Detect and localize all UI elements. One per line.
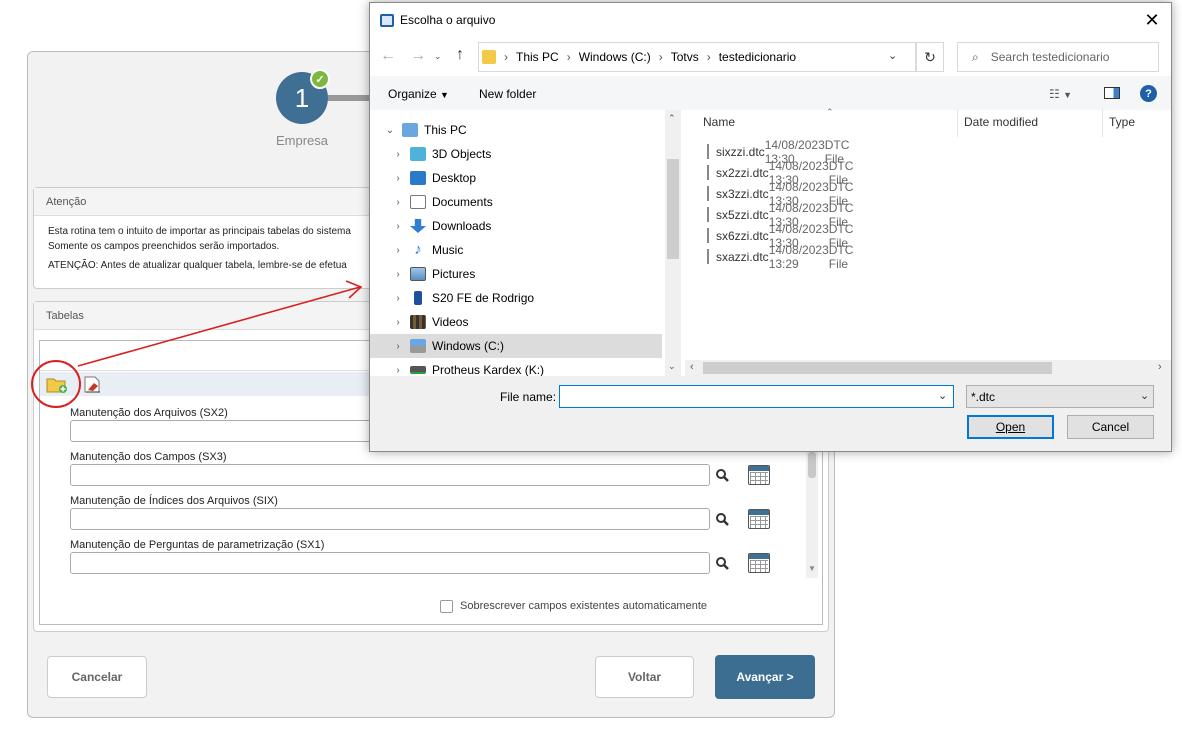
tree-item-this-pc[interactable]: ⌄ This PC [370, 118, 662, 142]
calendar-grid-icon[interactable] [748, 553, 770, 573]
file-date: 14/08/2023 13:29 [768, 242, 829, 271]
new-folder-button[interactable]: New folder [479, 87, 536, 101]
file-row[interactable]: sxazzi.dtc 14/08/2023 13:29 DTC File [370, 243, 853, 271]
scroll-right-icon[interactable]: › [1158, 361, 1162, 373]
sort-ascending-icon: ⌃ [826, 107, 834, 117]
column-date-modified[interactable]: Date modified [964, 115, 1038, 129]
file-name: sxazzi.dtc [716, 249, 769, 264]
file-open-dialog: Escolha o arquivo ✕ ← → ⌄ ↑ › This PC › … [369, 2, 1172, 452]
video-icon [410, 315, 426, 329]
computer-icon [402, 123, 418, 137]
tree-item-protheus-kardex[interactable]: › Protheus Kardex (K:) [370, 358, 662, 376]
file-icon [707, 249, 709, 264]
breadcrumb-sep-icon: › [504, 50, 508, 64]
help-icon[interactable]: ? [1140, 85, 1157, 102]
back-button[interactable]: Voltar [595, 656, 694, 698]
breadcrumb-sep-icon: › [566, 50, 571, 64]
filename-label: File name: [500, 390, 557, 404]
field-label-sx2: Manutenção dos Arquivos (SX2) [70, 407, 228, 419]
search-box[interactable]: ⌕ Search testedicionario [957, 42, 1159, 72]
collapsed-chevron-icon[interactable]: › [390, 365, 406, 376]
overwrite-label: Sobrescrever campos existentes automatic… [460, 600, 708, 612]
address-bar[interactable]: › This PC › Windows (C:) › Totvs › teste… [478, 42, 916, 72]
scroll-left-icon[interactable]: ‹ [690, 361, 694, 373]
overwrite-checkbox[interactable] [440, 600, 453, 613]
network-drive-icon [410, 366, 426, 374]
dialog-title: Escolha o arquivo [400, 13, 496, 27]
search-icon[interactable] [711, 464, 733, 486]
breadcrumb-this-pc[interactable]: This PC [516, 50, 559, 64]
search-icon[interactable] [711, 552, 733, 574]
calendar-grid-icon[interactable] [748, 465, 770, 485]
field-input-six[interactable] [70, 508, 710, 530]
search-icon: ⌕ [972, 49, 979, 64]
breadcrumb-sep-icon: › [706, 50, 711, 64]
collapsed-chevron-icon[interactable]: › [390, 317, 406, 328]
dialog-titlebar: Escolha o arquivo [370, 3, 1171, 37]
file-name: sixzzi.dtc [716, 144, 765, 159]
file-name: sx6zzi.dtc [716, 228, 769, 243]
filter-dropdown-icon[interactable]: ⌄ [1140, 389, 1149, 402]
breadcrumb-sep-icon: › [658, 50, 663, 64]
field-label-sx3: Manutenção dos Campos (SX3) [70, 451, 227, 463]
collapsed-chevron-icon[interactable]: › [390, 269, 406, 280]
column-divider [1102, 109, 1103, 137]
tree-item-phone[interactable]: › S20 FE de Rodrigo [370, 286, 662, 310]
preview-pane-icon[interactable] [1104, 87, 1120, 99]
close-icon[interactable]: ✕ [1142, 10, 1162, 30]
address-dropdown-icon[interactable]: ⌄ [888, 49, 897, 62]
file-icon [707, 207, 709, 222]
breadcrumb-testedicionario[interactable]: testedicionario [719, 50, 796, 64]
dialog-cancel-button[interactable]: Cancel [1067, 415, 1154, 439]
up-arrow-icon[interactable]: ↑ [456, 46, 464, 64]
scroll-up-icon[interactable]: ⌃ [668, 113, 676, 124]
search-icon[interactable] [711, 508, 733, 530]
scroll-down-arrow-icon[interactable]: ▼ [807, 564, 817, 574]
open-button[interactable]: Open [967, 415, 1054, 439]
breadcrumb-totvs[interactable]: Totvs [671, 50, 699, 64]
file-list-hscrollbar-thumb[interactable] [703, 362, 1052, 374]
filename-input[interactable] [559, 385, 954, 408]
back-arrow-icon[interactable]: ← [380, 47, 396, 65]
field-input-sx3[interactable] [70, 464, 710, 486]
grid-scrollbar-thumb[interactable] [808, 452, 816, 478]
dialog-app-icon [380, 13, 394, 27]
expanded-chevron-icon[interactable]: ⌄ [382, 125, 398, 136]
file-type: DTC File [828, 242, 854, 271]
file-name: sx3zzi.dtc [716, 186, 769, 201]
file-name: sx2zzi.dtc [716, 165, 769, 180]
tree-item-windows-c[interactable]: › Windows (C:) [370, 334, 662, 358]
scroll-down-icon[interactable]: ⌄ [668, 361, 676, 372]
field-label-six: Manutenção de Índices dos Arquivos (SIX) [70, 495, 278, 507]
tree-item-videos[interactable]: › Videos [370, 310, 662, 334]
drive-icon [410, 339, 426, 353]
column-name[interactable]: Name [703, 115, 735, 129]
breadcrumb-windows-c[interactable]: Windows (C:) [579, 50, 651, 64]
phone-icon [414, 291, 422, 305]
forward-arrow-icon[interactable]: → [410, 47, 426, 65]
cancel-button[interactable]: Cancelar [47, 656, 147, 698]
file-list: sixzzi.dtc 14/08/2023 13:30 DTC File sx2… [370, 138, 1171, 271]
view-options-icon[interactable]: ☷ ▼ [1049, 87, 1072, 101]
file-name: sx5zzi.dtc [716, 207, 769, 222]
column-type[interactable]: Type [1109, 115, 1135, 129]
file-icon [707, 228, 709, 243]
collapsed-chevron-icon[interactable]: › [390, 293, 406, 304]
file-icon [707, 144, 709, 159]
field-label-sx1: Manutenção de Perguntas de parametrizaçã… [70, 539, 325, 551]
search-placeholder: Search testedicionario [990, 50, 1110, 64]
file-icon [707, 165, 709, 180]
file-type-filter[interactable]: *.dtc [966, 385, 1154, 408]
file-icon [707, 186, 709, 201]
collapsed-chevron-icon[interactable]: › [390, 341, 406, 352]
next-button[interactable]: Avançar > [715, 655, 815, 699]
filename-dropdown-icon[interactable]: ⌄ [938, 389, 947, 402]
calendar-grid-icon[interactable] [748, 509, 770, 529]
organize-menu[interactable]: Organize ▼ [388, 87, 449, 101]
recent-chevron-icon[interactable]: ⌄ [434, 51, 442, 62]
field-input-sx1[interactable] [70, 552, 710, 574]
column-divider [957, 109, 958, 137]
refresh-icon[interactable]: ↻ [916, 42, 944, 72]
folder-icon [482, 50, 496, 64]
